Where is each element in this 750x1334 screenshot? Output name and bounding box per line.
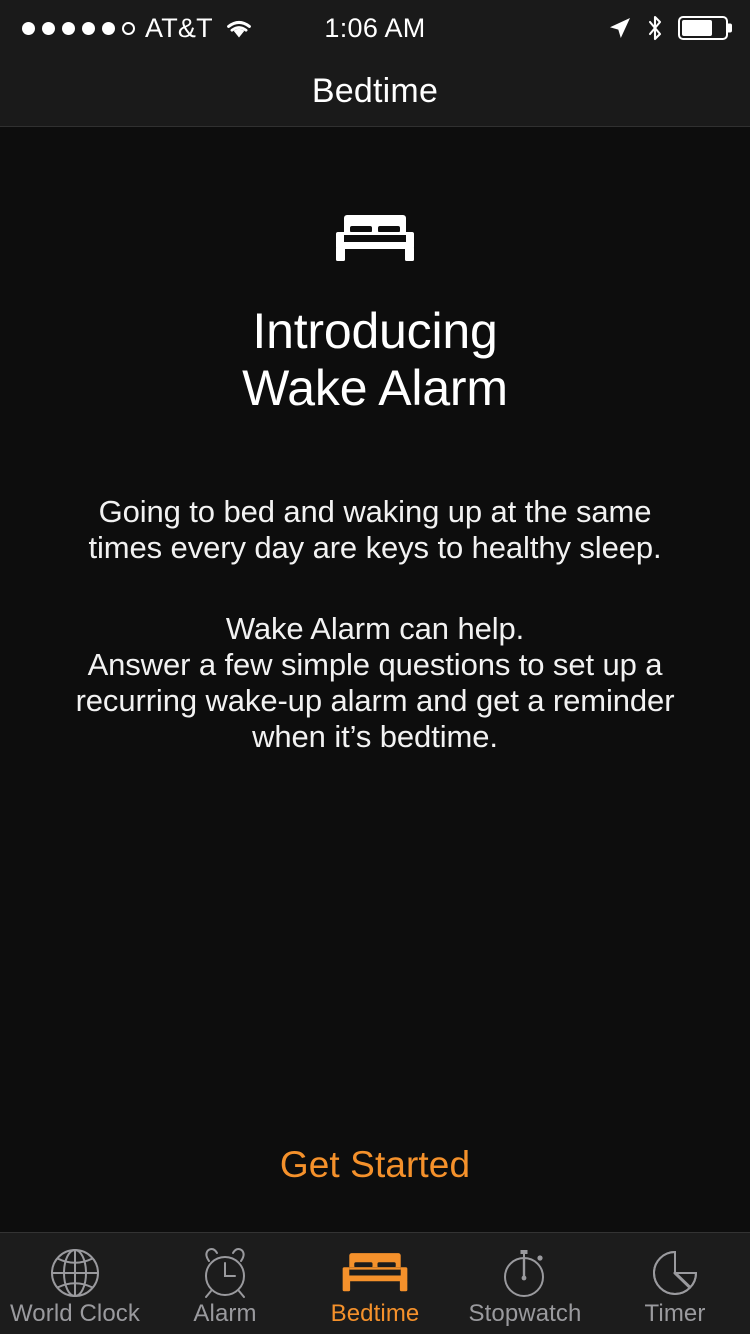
tab-label-timer: Timer [644,1299,706,1327]
bluetooth-icon [646,15,664,41]
signal-dot [102,21,115,35]
tab-alarm[interactable]: Alarm [150,1233,300,1334]
tab-label-bedtime: Bedtime [330,1299,420,1327]
tab-label-world-clock: World Clock [9,1299,141,1327]
body-paragraph-2: Wake Alarm can help. Answer a few simple… [75,610,675,755]
signal-dot [22,21,35,35]
navigation-bar: Bedtime [0,56,750,127]
wifi-icon [223,16,255,40]
carrier-label: AT&T [145,12,213,43]
get-started-button[interactable]: Get Started [280,1144,470,1186]
status-bar-clock: 1:06 AM [324,12,426,43]
cta-container: Get Started [0,1144,750,1186]
headline: Introducing Wake Alarm [242,303,508,416]
status-bar-right [608,15,728,41]
signal-dot [122,21,135,35]
bed-icon [341,1248,409,1298]
battery-icon [678,16,728,40]
tab-world-clock[interactable]: World Clock [0,1233,150,1334]
alarm-clock-icon [196,1247,254,1298]
tab-bar: World Clock Alarm Bedtime Stopwatch Time… [0,1232,750,1334]
signal-dot [42,21,55,35]
cellular-signal-dots [22,21,135,35]
tab-label-alarm: Alarm [193,1299,257,1327]
signal-dot [62,21,75,35]
page-title: Bedtime [311,71,439,110]
body-paragraph-1: Going to bed and waking up at the same t… [88,494,662,566]
location-arrow-icon [608,16,632,40]
tab-bedtime[interactable]: Bedtime [300,1233,450,1334]
app-screen: AT&T 1:06 AM Bedtime Introducing Wake Al… [0,0,750,1334]
status-bar: AT&T 1:06 AM [0,0,750,56]
timer-icon [646,1248,704,1298]
status-bar-left: AT&T [22,12,255,43]
tab-stopwatch[interactable]: Stopwatch [450,1233,600,1334]
main-content: Introducing Wake Alarm Going to bed and … [0,127,750,1232]
stopwatch-icon [496,1248,554,1298]
bed-icon [334,213,416,265]
globe-icon [46,1248,104,1298]
tab-label-stopwatch: Stopwatch [468,1299,582,1327]
signal-dot [82,21,95,35]
tab-timer[interactable]: Timer [600,1233,750,1334]
battery-fill [682,20,713,36]
